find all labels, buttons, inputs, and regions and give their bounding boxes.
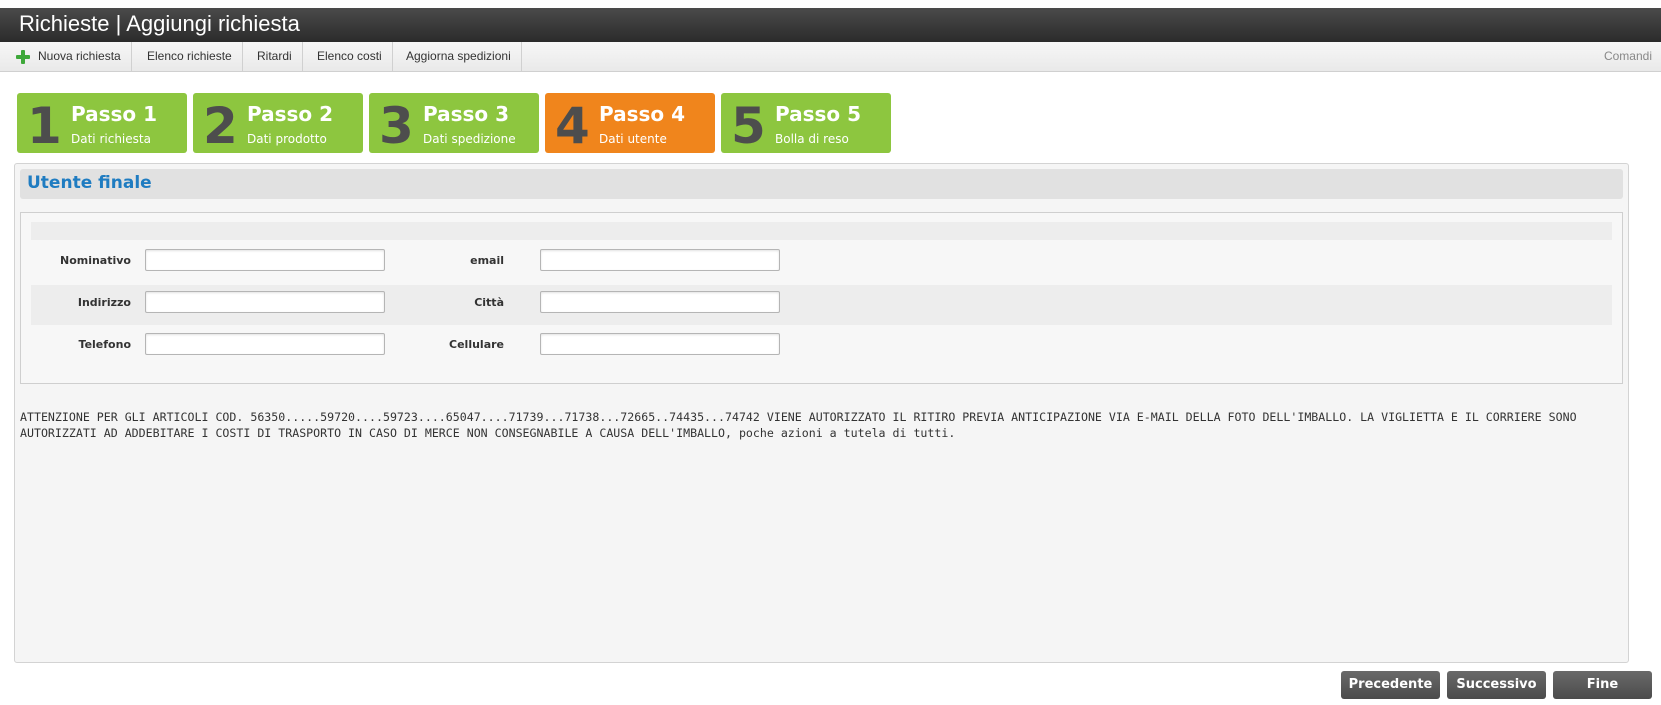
toolbar-nuova-richiesta[interactable]: Nuova richiesta	[28, 42, 132, 71]
section-header: Utente finale	[20, 169, 1623, 199]
step-number: 4	[555, 97, 590, 155]
email-input[interactable]	[540, 249, 780, 271]
toolbar: Nuova richiesta Elenco richieste Ritardi…	[0, 42, 1661, 72]
step-number: 2	[203, 97, 238, 155]
step-subtitle: Dati utente	[599, 132, 667, 146]
step-1[interactable]: 1 Passo 1 Dati richiesta	[17, 93, 187, 155]
telefono-label: Telefono	[78, 338, 131, 351]
nominativo-label: Nominativo	[59, 254, 131, 267]
telefono-input[interactable]	[145, 333, 385, 355]
main-panel: Utente finale Nominativo email Indirizzo…	[14, 163, 1629, 663]
toolbar-elenco-richieste[interactable]: Elenco richieste	[137, 42, 243, 71]
step-title: Passo 1	[71, 102, 158, 126]
cellulare-input[interactable]	[540, 333, 780, 355]
step-number: 3	[379, 97, 414, 155]
cellulare-label: Cellulare	[449, 338, 504, 351]
step-subtitle: Dati spedizione	[423, 132, 516, 146]
step-title: Passo 5	[775, 102, 862, 126]
section-title: Utente finale	[27, 173, 152, 193]
precedente-button[interactable]: Precedente	[1341, 671, 1440, 699]
window-title: Richieste | Aggiungi richiesta	[19, 11, 300, 36]
toolbar-comandi[interactable]: Comandi	[1604, 42, 1652, 70]
step-number: 1	[27, 97, 62, 155]
step-3[interactable]: 3 Passo 3 Dati spedizione	[369, 93, 539, 155]
indirizzo-label: Indirizzo	[77, 296, 131, 309]
form-band	[31, 222, 1612, 240]
notice-text: ATTENZIONE PER GLI ARTICOLI COD. 56350..…	[20, 410, 1577, 440]
fine-button[interactable]: Fine	[1553, 671, 1652, 699]
step-title: Passo 2	[247, 102, 334, 126]
citta-input[interactable]	[540, 291, 780, 313]
step-subtitle: Bolla di reso	[775, 132, 849, 146]
step-subtitle: Dati prodotto	[247, 132, 327, 146]
step-number: 5	[731, 97, 766, 155]
toolbar-ritardi[interactable]: Ritardi	[247, 42, 303, 71]
step-4[interactable]: 4 Passo 4 Dati utente	[545, 93, 715, 155]
user-form: Nominativo email Indirizzo Città Telefon…	[20, 212, 1623, 384]
title-bar: Richieste | Aggiungi richiesta	[0, 8, 1661, 42]
step-2[interactable]: 2 Passo 2 Dati prodotto	[193, 93, 363, 155]
nominativo-input[interactable]	[145, 249, 385, 271]
email-label: email	[470, 254, 504, 267]
step-5[interactable]: 5 Passo 5 Bolla di reso	[721, 93, 891, 155]
citta-label: Città	[474, 296, 504, 309]
toolbar-elenco-costi[interactable]: Elenco costi	[307, 42, 393, 71]
indirizzo-input[interactable]	[145, 291, 385, 313]
step-title: Passo 4	[599, 102, 686, 126]
successivo-button[interactable]: Successivo	[1447, 671, 1546, 699]
step-subtitle: Dati richiesta	[71, 132, 151, 146]
step-title: Passo 3	[423, 102, 510, 126]
toolbar-aggiorna-spedizioni[interactable]: Aggiorna spedizioni	[396, 42, 522, 71]
